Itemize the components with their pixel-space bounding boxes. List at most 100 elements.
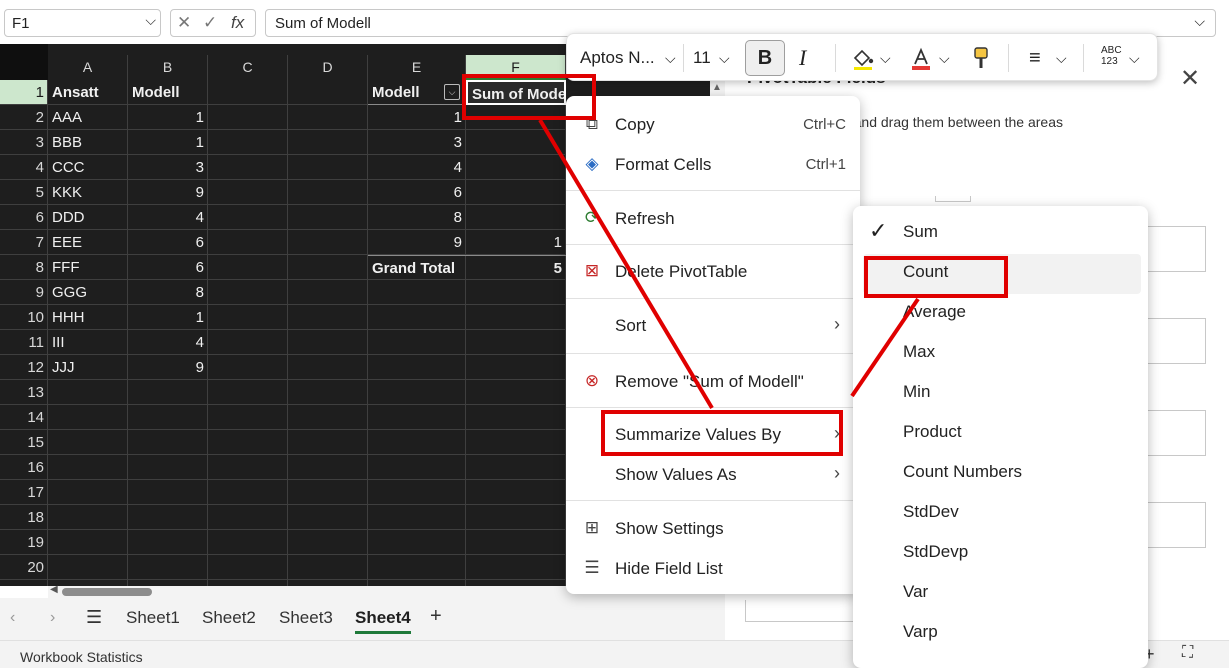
row-header-12[interactable]: 12 xyxy=(0,355,48,380)
submenu-item-varp[interactable]: Varp xyxy=(863,614,1141,654)
submenu-item-count[interactable]: Count xyxy=(863,254,1141,294)
menu-item-hide-field-list[interactable]: ☰ Hide Field List xyxy=(566,549,860,589)
sheet-list-icon[interactable]: ☰ xyxy=(86,607,102,628)
cell-modell[interactable]: 9 xyxy=(128,355,208,380)
submenu-item-max[interactable]: Max xyxy=(863,334,1141,374)
pivot-value-cell[interactable]: 1 xyxy=(466,230,566,255)
column-header-d[interactable]: D xyxy=(288,55,368,80)
submenu-item-product[interactable]: Product xyxy=(863,414,1141,454)
previous-sheet-icon[interactable]: ‹ xyxy=(10,609,15,627)
submenu-item-average[interactable]: Average xyxy=(863,294,1141,334)
pivot-value-header[interactable]: Sum of Modell xyxy=(466,80,566,105)
cell-modell[interactable]: 1 xyxy=(128,105,208,130)
cell-ansatt[interactable]: III xyxy=(48,330,128,355)
menu-item-copy[interactable]: ⧉ Copy Ctrl+C xyxy=(566,105,860,145)
menu-item-format-cells[interactable]: ◈ Format Cells Ctrl+1 xyxy=(566,145,860,185)
tab-sheet2[interactable]: Sheet2 xyxy=(202,608,256,628)
cell-modell[interactable]: 6 xyxy=(128,230,208,255)
submenu-item-count-numbers[interactable]: Count Numbers xyxy=(863,454,1141,494)
chevron-down-icon[interactable]: ⌵ xyxy=(719,34,730,82)
row-header-4[interactable]: 4 xyxy=(0,155,48,180)
chevron-down-icon[interactable]: ⌵ xyxy=(665,34,676,82)
cell-modell[interactable]: 4 xyxy=(128,205,208,230)
pivot-row-value[interactable]: 6 xyxy=(368,180,466,205)
defer-update-box[interactable] xyxy=(745,600,855,622)
font-size-dropdown[interactable]: 11 xyxy=(693,34,711,82)
pivot-row-value[interactable]: 4 xyxy=(368,155,466,180)
chevron-down-icon[interactable]: ⌵ xyxy=(1056,34,1067,82)
submenu-item-sum[interactable]: ✓ Sum xyxy=(863,214,1141,254)
cell-header-modell[interactable]: Modell xyxy=(128,80,208,105)
cell-header-ansatt[interactable]: Ansatt xyxy=(48,80,128,105)
row-header-16[interactable]: 16 xyxy=(0,455,48,480)
menu-item-show-values-as[interactable]: Show Values As › xyxy=(566,455,860,495)
scroll-left-icon[interactable]: ◀ xyxy=(50,584,58,595)
cell-ansatt[interactable]: JJJ xyxy=(48,355,128,380)
font-color-icon[interactable] xyxy=(909,46,933,70)
pivot-row-value[interactable]: 8 xyxy=(368,205,466,230)
number-format-icon[interactable]: ABC 123 xyxy=(1101,45,1122,67)
pivot-value-cell[interactable] xyxy=(466,205,566,230)
tab-sheet4[interactable]: Sheet4 xyxy=(355,608,411,634)
tab-sheet1[interactable]: Sheet1 xyxy=(126,608,180,628)
cancel-icon[interactable]: ✕ xyxy=(177,13,191,33)
row-header-9[interactable]: 9 xyxy=(0,280,48,305)
row-header-8[interactable]: 8 xyxy=(0,255,48,280)
cell-ansatt[interactable]: DDD xyxy=(48,205,128,230)
chevron-down-icon[interactable]: ⌵ xyxy=(145,12,156,29)
cell-modell[interactable]: 4 xyxy=(128,330,208,355)
cell-ansatt[interactable]: AAA xyxy=(48,105,128,130)
pivot-value-cell[interactable] xyxy=(466,180,566,205)
menu-item-refresh[interactable]: ⟳ Refresh xyxy=(566,199,860,239)
row-header-6[interactable]: 6 xyxy=(0,205,48,230)
tab-sheet3[interactable]: Sheet3 xyxy=(279,608,333,628)
cell-modell[interactable]: 8 xyxy=(128,280,208,305)
fill-color-icon[interactable] xyxy=(851,46,875,70)
cell-ansatt[interactable]: GGG xyxy=(48,280,128,305)
column-header-a[interactable]: A xyxy=(48,55,128,80)
cell-ansatt[interactable]: KKK xyxy=(48,180,128,205)
scroll-up-icon[interactable]: ▲ xyxy=(712,82,722,93)
row-header-14[interactable]: 14 xyxy=(0,405,48,430)
row-header-18[interactable]: 18 xyxy=(0,505,48,530)
row-header-2[interactable]: 2 xyxy=(0,105,48,130)
fullscreen-icon[interactable]: ⛶ xyxy=(1182,644,1193,662)
bold-button[interactable]: B xyxy=(745,40,785,76)
pivot-grand-total-value[interactable]: 5 xyxy=(466,255,566,280)
column-header-c[interactable]: C xyxy=(208,55,288,80)
scrollbar-thumb[interactable] xyxy=(62,588,152,596)
chevron-down-icon[interactable]: ⌵ xyxy=(939,34,950,82)
cell-modell[interactable]: 1 xyxy=(128,130,208,155)
cell-ansatt[interactable]: FFF xyxy=(48,255,128,280)
close-icon[interactable]: ✕ xyxy=(1180,64,1200,93)
pivot-row-value[interactable]: 1 xyxy=(368,105,466,130)
submenu-item-var[interactable]: Var xyxy=(863,574,1141,614)
select-all-corner[interactable] xyxy=(0,44,48,80)
cell-ansatt[interactable]: BBB xyxy=(48,130,128,155)
cell-ansatt[interactable]: EEE xyxy=(48,230,128,255)
italic-button[interactable]: I xyxy=(799,34,806,82)
name-box[interactable]: F1 ⌵ xyxy=(4,9,161,37)
menu-item-sort[interactable]: Sort › xyxy=(566,306,860,346)
row-header-11[interactable]: 11 xyxy=(0,330,48,355)
cell-ansatt[interactable]: CCC xyxy=(48,155,128,180)
row-header-19[interactable]: 19 xyxy=(0,530,48,555)
row-header-13[interactable]: 13 xyxy=(0,380,48,405)
row-header-17[interactable]: 17 xyxy=(0,480,48,505)
pivot-value-cell[interactable] xyxy=(466,155,566,180)
column-header-f[interactable]: F xyxy=(466,55,566,80)
row-header-20[interactable]: 20 xyxy=(0,555,48,580)
insert-function-icon[interactable]: fx xyxy=(231,13,244,33)
pivot-row-value[interactable]: 3 xyxy=(368,130,466,155)
pivot-value-cell[interactable] xyxy=(466,130,566,155)
row-header-15[interactable]: 15 xyxy=(0,430,48,455)
cell-modell[interactable]: 1 xyxy=(128,305,208,330)
pivot-grand-total-label[interactable]: Grand Total xyxy=(368,255,466,280)
add-sheet-icon[interactable]: + xyxy=(430,605,442,628)
cell-ansatt[interactable]: HHH xyxy=(48,305,128,330)
workbook-statistics[interactable]: Workbook Statistics xyxy=(20,649,143,665)
submenu-item-stddev[interactable]: StdDev xyxy=(863,494,1141,534)
row-header-1[interactable]: 1 xyxy=(0,80,48,105)
menu-item-summarize-values-by[interactable]: Summarize Values By › xyxy=(566,415,860,455)
next-sheet-icon[interactable]: › xyxy=(50,609,55,627)
